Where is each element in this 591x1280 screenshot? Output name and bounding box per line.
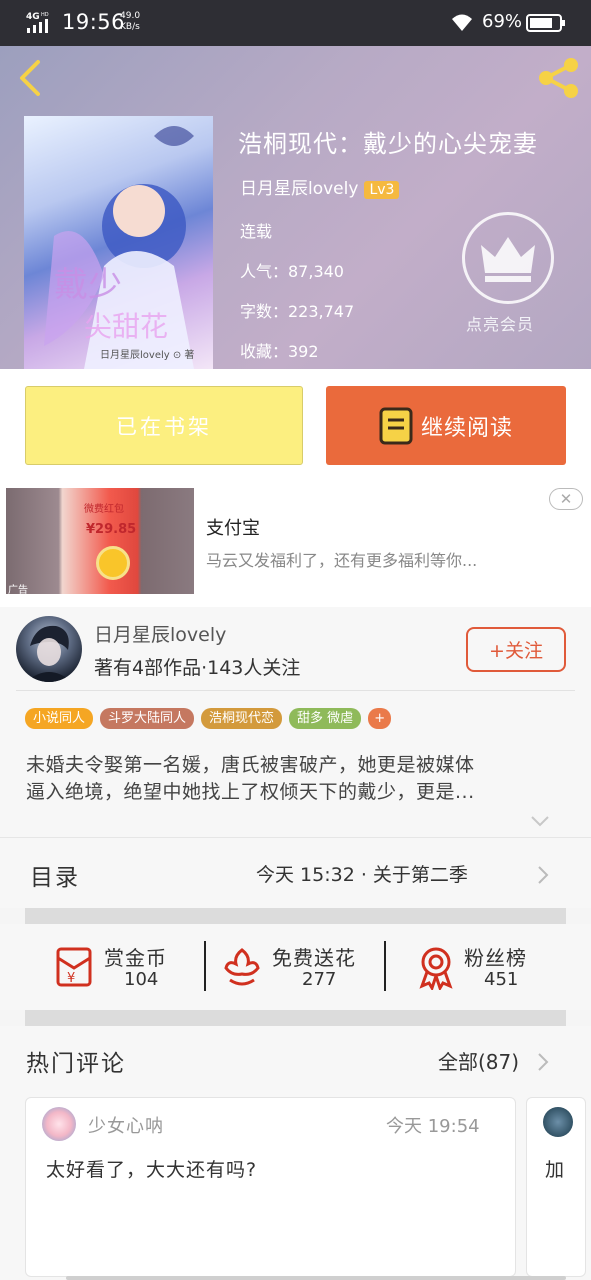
ad-description: 马云又发福利了，还有更多福利等你...: [206, 551, 478, 570]
back-arrow-icon[interactable]: [14, 58, 46, 98]
level-badge: Lv3: [364, 181, 400, 199]
book-author-name: 日月星辰lovely: [240, 179, 359, 199]
tag-list: 小说同人 斗罗大陆同人 浩桐现代恋 甜多 微虐 +: [25, 708, 392, 730]
separator-band: [25, 908, 566, 924]
svg-text:HD: HD: [41, 12, 49, 18]
book-status: 连载: [240, 222, 273, 241]
avatar-illustration: [26, 625, 72, 682]
comment-text: 加: [545, 1159, 565, 1181]
fan-ranking-count: 451: [484, 969, 519, 990]
tag[interactable]: 甜多 微虐: [289, 708, 362, 729]
svg-text:尖甜花: 尖甜花: [84, 310, 168, 343]
medal-icon[interactable]: [414, 944, 458, 990]
svg-text:戴少: 戴少: [54, 265, 122, 305]
hot-comments-section: 热门评论 全部(87) 少女心呐 今天 19:54 太好看了，大大还有吗? 加: [0, 1026, 591, 1280]
continue-reading-label: 继续阅读: [420, 415, 513, 441]
separator-band: [25, 1010, 566, 1026]
coin-icon: [96, 546, 130, 580]
book-author[interactable]: 日月星辰lovely Lv3: [240, 174, 400, 199]
table-of-contents-row[interactable]: 目录 今天 15:32 · 关于第二季: [0, 837, 591, 908]
divider: [204, 941, 206, 991]
add-tag-button[interactable]: +: [368, 708, 392, 729]
reward-coins-count: 104: [124, 969, 159, 990]
continue-reading-button[interactable]: 继续阅读: [326, 386, 566, 465]
svg-text:4G: 4G: [26, 12, 40, 22]
book-header: 戴少 尖甜花 日月星辰lovely ⊙ 著 浩桐现代：戴少的心尖宠妻 日月星辰l…: [0, 46, 591, 369]
book-popularity: 人气：87,340: [240, 262, 344, 281]
support-row: ¥ 赏金币 104 免费送花 277 粉丝榜 451: [0, 924, 591, 1010]
cover-illustration: 戴少 尖甜花: [44, 126, 194, 369]
fan-ranking-label[interactable]: 粉丝榜: [464, 942, 527, 971]
comment-text: 太好看了，大大还有吗?: [46, 1159, 258, 1181]
follow-button[interactable]: +关注: [466, 627, 566, 672]
book-description[interactable]: 未婚夫令娶第一名媛，唐氏被害破产，她更是被媒体 逼入绝境，绝望中她找上了权倾天下…: [26, 752, 571, 806]
hot-comments-title: 热门评论: [26, 1051, 126, 1077]
chevron-right-icon[interactable]: [537, 1052, 549, 1072]
toc-label: 目录: [30, 865, 80, 891]
author-name[interactable]: 日月星辰lovely: [94, 620, 226, 647]
share-icon[interactable]: [536, 56, 582, 100]
ad-banner[interactable]: 微费红包 ¥29.85 广告 支付宝 马云又发福利了，还有更多福利等你... ✕: [0, 480, 591, 607]
author-section: 日月星辰lovely 著有4部作品·143人关注 +关注 小说同人 斗罗大陆同人…: [0, 607, 591, 837]
status-time: 19:56: [62, 10, 126, 34]
tag[interactable]: 小说同人: [25, 708, 94, 729]
chevron-down-icon[interactable]: [530, 814, 550, 828]
comment-card[interactable]: 加: [526, 1097, 586, 1277]
horizontal-scrollbar[interactable]: [66, 1276, 566, 1280]
comment-card[interactable]: 少女心呐 今天 19:54 太好看了，大大还有吗?: [25, 1097, 516, 1277]
flower-icon[interactable]: [220, 944, 264, 990]
ad-image-caption: 微费红包: [84, 504, 124, 515]
book-title: 浩桐现代：戴少的心尖宠妻: [238, 130, 538, 158]
chevron-right-icon: [538, 866, 549, 884]
ad-tag: 广告: [8, 585, 28, 594]
book-favorites: 收藏：392: [240, 342, 319, 361]
book-icon: [379, 407, 413, 444]
crown-icon: [481, 237, 535, 282]
ad-title: 支付宝: [206, 518, 260, 539]
in-shelf-button[interactable]: 已在书架: [25, 386, 303, 465]
action-bar: 已在书架 继续阅读: [0, 369, 591, 480]
svg-text:¥: ¥: [67, 971, 75, 986]
signal-icon: 4G HD: [26, 12, 49, 33]
cover-signature: 日月星辰lovely ⊙ 著: [100, 350, 195, 361]
status-bar: 4G HD 19:56 49.0 KB/s 69%: [0, 0, 591, 46]
red-envelope-icon[interactable]: ¥: [52, 944, 96, 990]
toc-latest-chapter: 今天 15:32 · 关于第二季: [256, 864, 468, 886]
network-speed: 49.0 KB/s: [120, 11, 141, 32]
free-flowers-count: 277: [302, 969, 337, 990]
ad-close-button[interactable]: ✕: [549, 488, 583, 510]
tag[interactable]: 浩桐现代恋: [201, 708, 283, 729]
battery-percent: 69%: [482, 11, 523, 32]
all-comments-link[interactable]: 全部(87): [438, 1046, 519, 1075]
tag[interactable]: 斗罗大陆同人: [100, 708, 195, 729]
ad-image[interactable]: 微费红包 ¥29.85 广告: [6, 488, 194, 594]
commenter-name[interactable]: 少女心呐: [88, 1112, 164, 1138]
divider: [16, 690, 575, 691]
book-word-count: 字数：223,747: [240, 302, 355, 321]
commenter-avatar[interactable]: [543, 1107, 573, 1137]
description-line: 逼入绝境，绝望中她找上了权倾天下的戴少，更是...: [26, 781, 475, 803]
vip-crown-button[interactable]: [462, 212, 554, 304]
author-stats: 著有4部作品·143人关注: [94, 657, 301, 679]
avatar[interactable]: [16, 616, 82, 682]
wifi-icon: [452, 14, 472, 31]
free-flowers-label[interactable]: 免费送花: [272, 942, 356, 971]
ad-image-amount: ¥29.85: [86, 522, 137, 537]
comment-time: 今天 19:54: [386, 1116, 480, 1137]
book-cover[interactable]: 戴少 尖甜花 日月星辰lovely ⊙ 著: [24, 116, 213, 369]
battery-icon: [526, 14, 565, 32]
divider: [384, 941, 386, 991]
commenter-avatar[interactable]: [42, 1107, 76, 1141]
reward-coins-label[interactable]: 赏金币: [104, 942, 167, 971]
vip-label[interactable]: 点亮会员: [466, 311, 534, 335]
description-line: 未婚夫令娶第一名媛，唐氏被害破产，她更是被媒体: [26, 754, 475, 776]
